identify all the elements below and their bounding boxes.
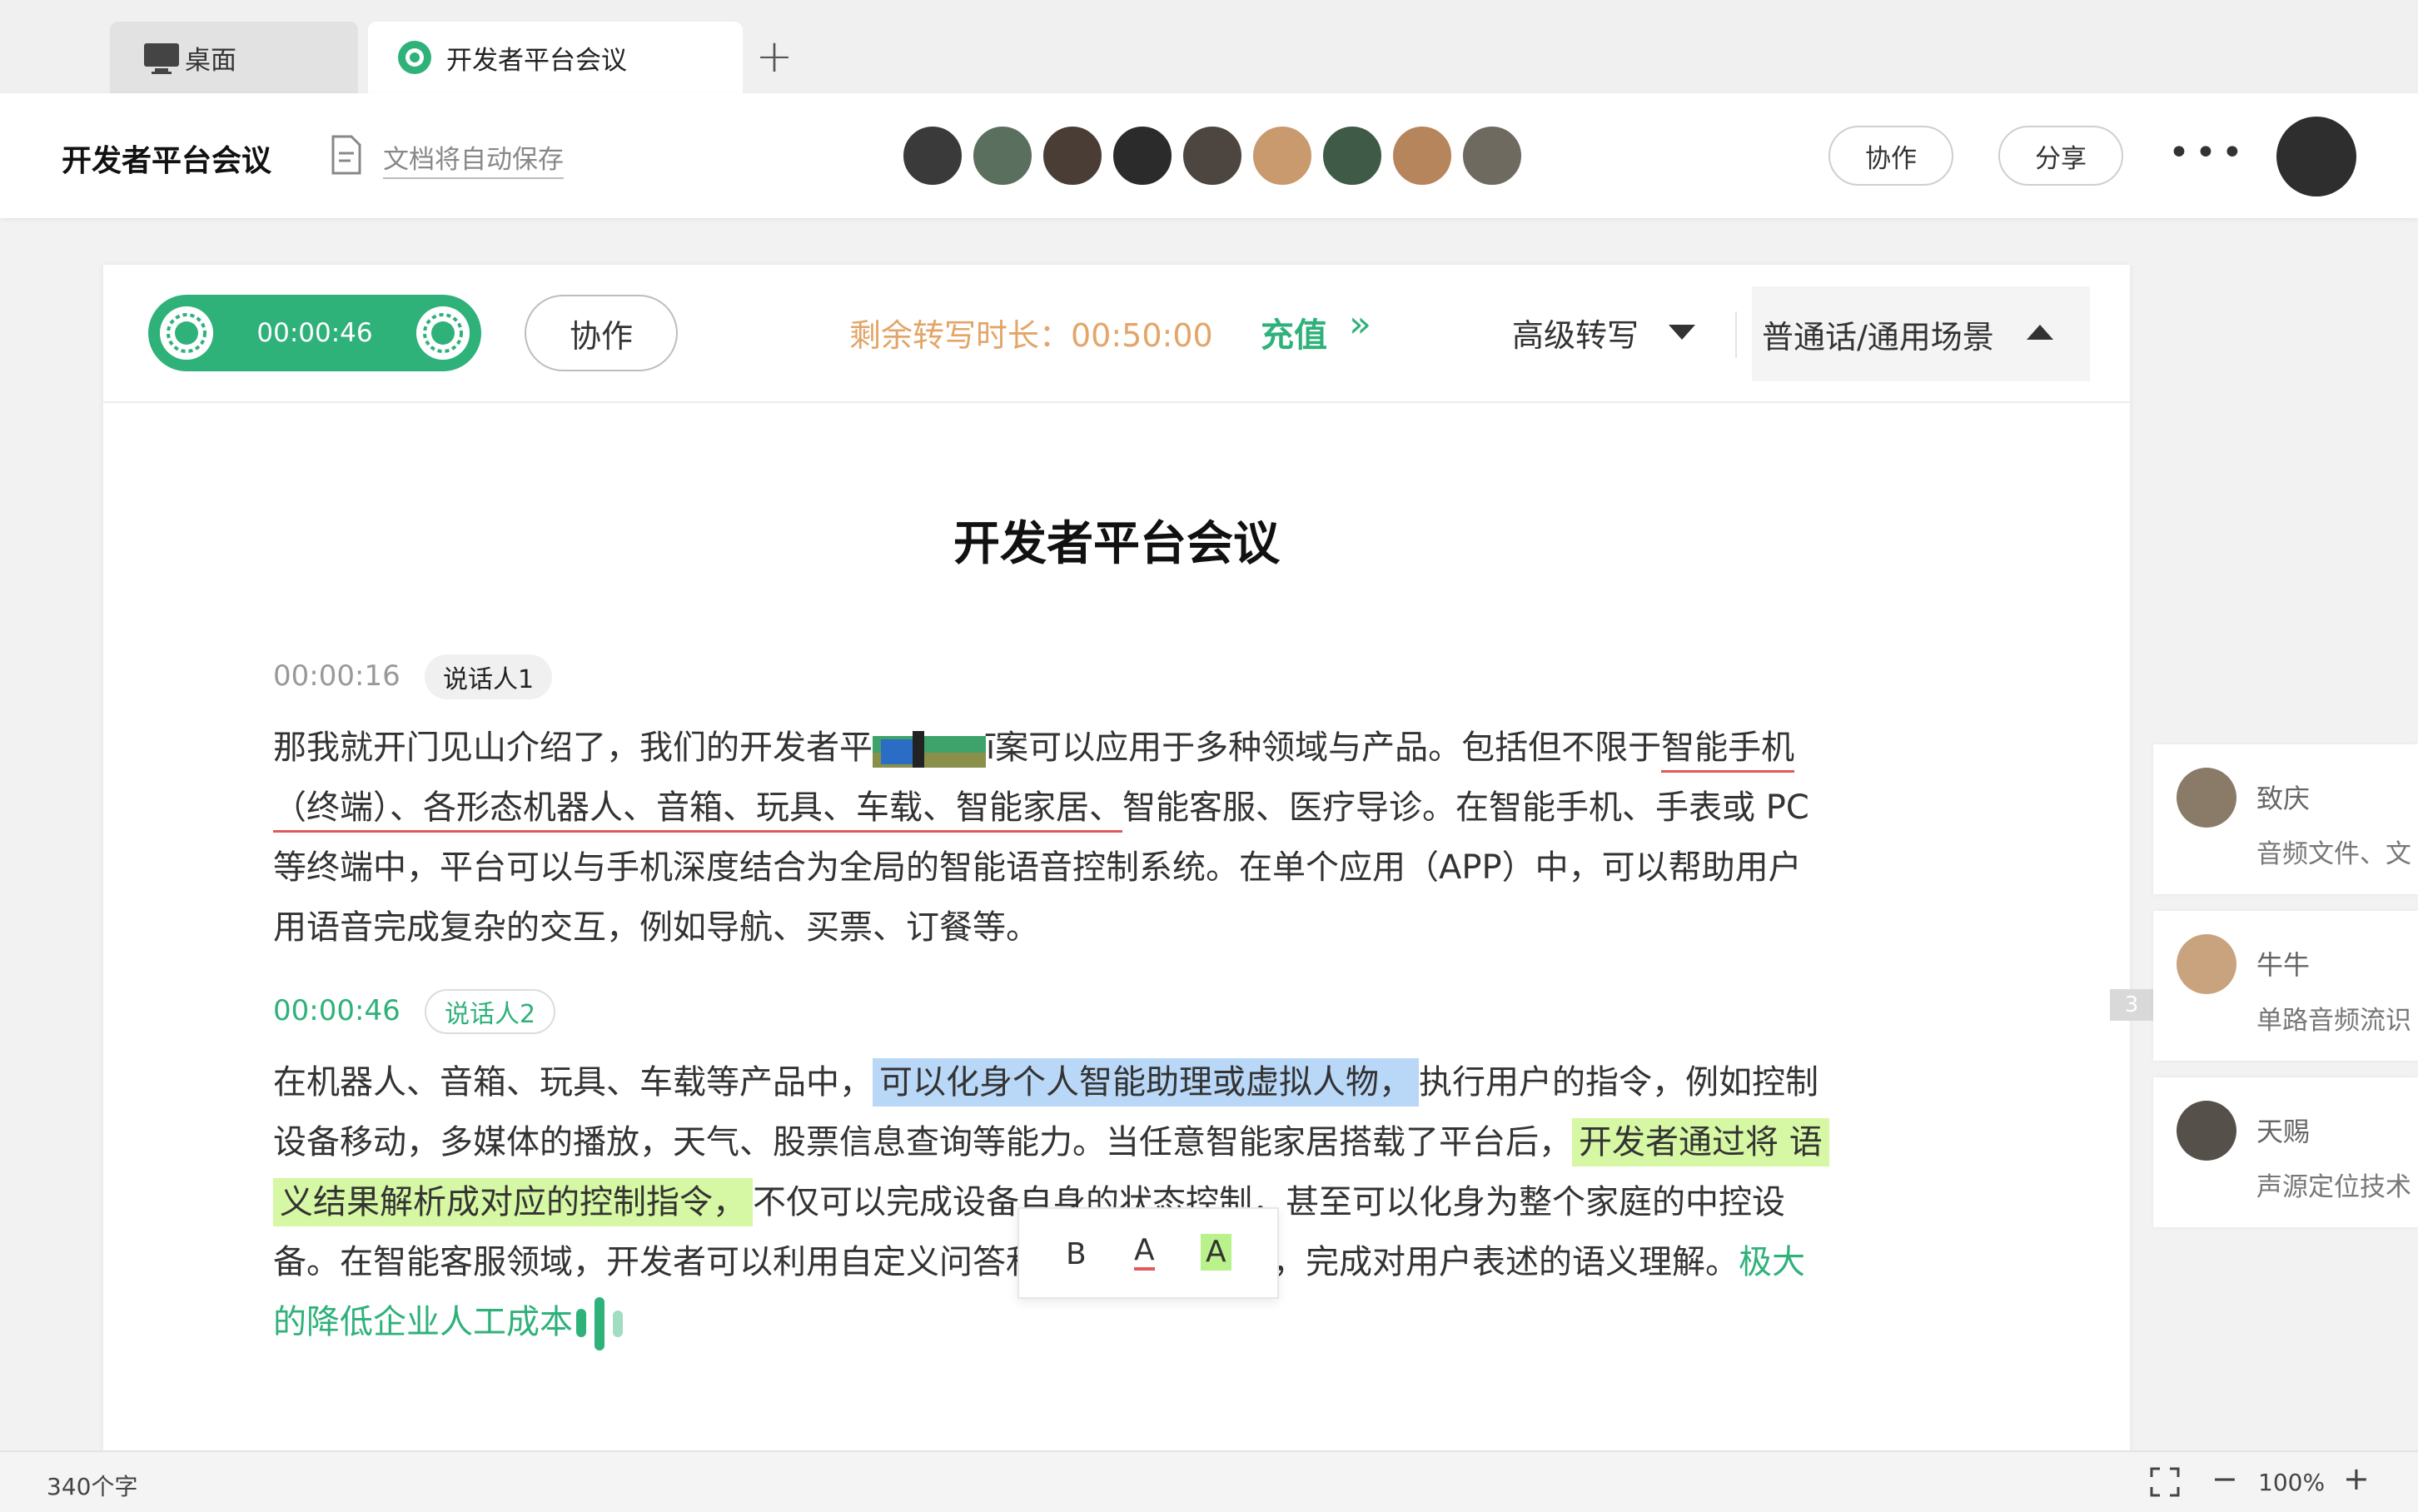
- tab-doc[interactable]: 开发者平台会议: [368, 22, 743, 93]
- double-chevron-right-icon[interactable]: »: [1349, 303, 1371, 346]
- avatar: [2177, 1101, 2236, 1161]
- underlined-text: 智能手机: [1661, 729, 1795, 773]
- save-status[interactable]: 文档将自动保存: [383, 138, 564, 179]
- doc-tab-icon: [398, 41, 431, 74]
- avatar: [2177, 934, 2236, 994]
- format-popup: B A A: [1017, 1207, 1279, 1299]
- scene-select[interactable]: 普通话/通用场景: [1752, 286, 2090, 381]
- status-bar: 340个字 − 100% +: [0, 1450, 2418, 1512]
- avatar[interactable]: [1041, 124, 1104, 187]
- monitor-icon: [144, 43, 179, 74]
- transcript-line: 的降低企业人工成本: [273, 1292, 2063, 1352]
- text-run: ī案可以应用于多种领域与产品。包括但不限于: [986, 729, 1662, 767]
- avatar[interactable]: [1251, 124, 1314, 187]
- avatar[interactable]: [971, 124, 1034, 187]
- transcript-line: 在机器人、音箱、玩具、车载等产品中， 可以化身个人智能助理或虚拟人物， 执行用户的指…: [273, 1052, 2063, 1112]
- comment-text: 声源定位技术: [2256, 1172, 2411, 1202]
- zoom-level: 100%: [2258, 1469, 2326, 1496]
- text-run: 设备移动，多媒体的播放，天气、股票信息查询等能力。当任意智能家居搭载了平台后，: [273, 1123, 1572, 1161]
- avatar[interactable]: [901, 124, 964, 187]
- comment-text: 单路音频流识: [2256, 1006, 2411, 1036]
- live-transcribe-icon: [573, 1294, 639, 1354]
- transcribe-toolbar: 00:00:46 协作 剩余转写时长：00:50:00 充值 » 高级转写 普通…: [103, 265, 2130, 403]
- scene-label: 普通话/通用场景: [1762, 319, 1994, 356]
- text-run: 执行用户的指令，例如控制: [1419, 1063, 1818, 1102]
- recording-control[interactable]: 00:00:46: [148, 295, 481, 371]
- highlighted-text: 开发者通过将 语: [1572, 1118, 1829, 1166]
- share-button[interactable]: 分享: [1998, 126, 2123, 186]
- selected-text: 可以化身个人智能助理或虚拟人物，: [873, 1058, 1419, 1107]
- stop-record-icon[interactable]: [416, 306, 470, 360]
- user-avatar[interactable]: [2276, 117, 2356, 196]
- doc-header: 开发者平台会议 文档将自动保存 协作 分享 •••: [0, 93, 2418, 218]
- avatar[interactable]: [1460, 124, 1524, 187]
- word-count: 340个字: [47, 1473, 138, 1500]
- recharge-link[interactable]: 充值: [1261, 308, 1327, 356]
- avatar: [2177, 768, 2236, 828]
- doc-title: 开发者平台会议: [62, 144, 272, 178]
- toolbar-divider: [1735, 311, 1737, 358]
- avatar[interactable]: [1321, 124, 1384, 187]
- transcript-paragraph[interactable]: 在机器人、音箱、玩具、车载等产品中， 可以化身个人智能助理或虚拟人物， 执行用户的指…: [273, 1052, 2063, 1352]
- more-menu-button[interactable]: •••: [2168, 135, 2248, 172]
- comment-count-badge[interactable]: 3: [2110, 989, 2153, 1021]
- toolbar-collab-button[interactable]: 协作: [525, 295, 678, 371]
- text-color-button[interactable]: A: [1134, 1234, 1155, 1271]
- add-tab-button[interactable]: +: [751, 33, 798, 80]
- comment-author: 天赐: [2256, 1116, 2311, 1147]
- underlined-text: （终端）、各形态机器人、音箱、玩具、车载、智能家居、: [273, 788, 1122, 833]
- transcript-paragraph[interactable]: 那我就开门见山介绍了，我们的开发者平 ī案可以应用于多种领域与产品。包括但不限于智…: [273, 718, 2063, 957]
- tab-doc-label: 开发者平台会议: [446, 45, 627, 76]
- caret-up-icon[interactable]: [2027, 325, 2053, 340]
- text-run: 在机器人、音箱、玩具、车载等产品中，: [273, 1063, 873, 1102]
- comment-card[interactable]: 致庆 音频文件、文: [2153, 744, 2418, 894]
- transcript-line: 用语音完成复杂的交互，例如导航、买票、订餐等。: [273, 908, 1039, 947]
- collab-button[interactable]: 协作: [1828, 126, 1953, 186]
- speaker-tag[interactable]: 说话人1: [425, 654, 553, 699]
- text-run: 备。在智能客服领域，开发者可以利用自定义问答和自定义技能能力，完成对用户表述的语…: [273, 1243, 1739, 1281]
- live-text: 极大: [1739, 1243, 1805, 1281]
- tab-desktop-label: 桌面: [185, 45, 236, 76]
- segment-timestamp[interactable]: 00:00:46: [273, 994, 401, 1027]
- document-title: 开发者平台会议: [953, 517, 1280, 571]
- text-run: 那我就开门见山介绍了，我们的开发者平: [273, 729, 873, 767]
- comment-author: 致庆: [2256, 783, 2311, 814]
- highlighted-text: 义结果解析成对应的控制指令，: [273, 1178, 753, 1226]
- bold-button[interactable]: B: [1066, 1237, 1087, 1271]
- transcribe-mode-select[interactable]: 高级转写: [1512, 310, 1639, 356]
- tab-desktop[interactable]: 桌面: [110, 22, 358, 93]
- avatar[interactable]: [1391, 124, 1454, 187]
- fullscreen-icon[interactable]: [2148, 1465, 2182, 1499]
- avatar[interactable]: [1111, 124, 1174, 187]
- render-glitch: [873, 731, 986, 768]
- zoom-in-button[interactable]: +: [2343, 1460, 2370, 1497]
- remaining-time: 剩余转写时长：00:50:00: [849, 317, 1213, 354]
- live-text: 的降低企业人工成本: [273, 1303, 573, 1341]
- comment-card[interactable]: 天赐 声源定位技术: [2153, 1077, 2418, 1227]
- comment-author: 牛牛: [2256, 949, 2311, 981]
- comment-card[interactable]: 牛牛 单路音频流识: [2153, 911, 2418, 1061]
- zoom-out-button[interactable]: −: [2212, 1460, 2238, 1497]
- speaker-tag[interactable]: 说话人2: [425, 989, 556, 1034]
- document-panel: 00:00:46 协作 剩余转写时长：00:50:00 充值 » 高级转写 普通…: [103, 265, 2153, 1452]
- avatar[interactable]: [1181, 124, 1244, 187]
- transcript-line: （终端）、各形态机器人、音箱、玩具、车载、智能家居、智能客服、医疗导诊。在智能手…: [273, 778, 2063, 838]
- collaborator-avatars: [901, 124, 1530, 187]
- text-run: 智能客服、医疗导诊。在智能手机、手表或 PC: [1122, 788, 1809, 827]
- transcript-line: 那我就开门见山介绍了，我们的开发者平 ī案可以应用于多种领域与产品。包括但不限于智…: [273, 718, 2063, 778]
- caret-down-icon[interactable]: [1669, 325, 1695, 340]
- transcript-line: 等终端中，平台可以与手机深度结合为全局的智能语音控制系统。在单个应用（APP）中…: [273, 848, 1802, 887]
- transcript-line: 设备移动，多媒体的播放，天气、股票信息查询等能力。当任意智能家居搭载了平台后，开…: [273, 1112, 2063, 1172]
- tab-bar: 桌面 开发者平台会议 +: [0, 0, 2418, 93]
- comment-text: 音频文件、文: [2256, 839, 2411, 869]
- highlight-button[interactable]: A: [1201, 1234, 1231, 1271]
- segment-timestamp[interactable]: 00:00:16: [273, 659, 401, 693]
- document-icon: [331, 135, 361, 175]
